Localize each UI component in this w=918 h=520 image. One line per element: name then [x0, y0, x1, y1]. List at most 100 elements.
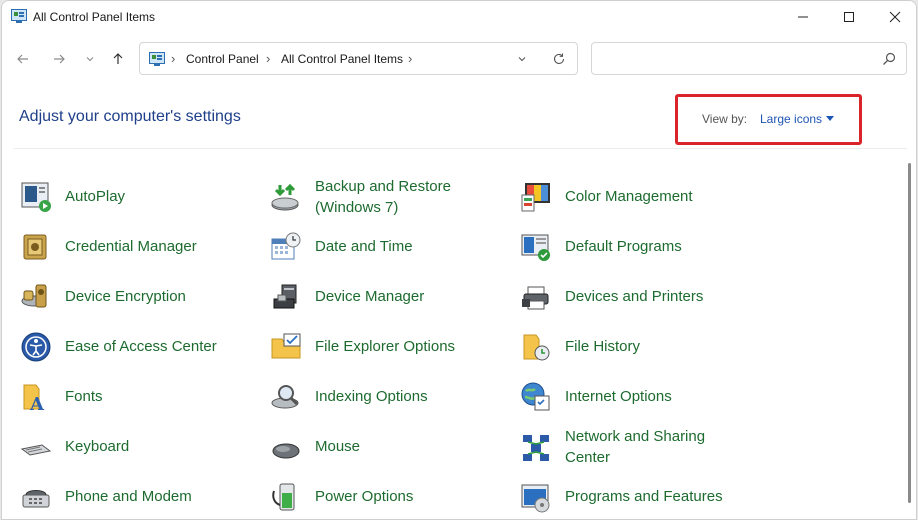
page-title: Adjust your computer's settings	[19, 108, 241, 125]
item-label: Power Options	[315, 488, 414, 505]
breadcrumb-separator[interactable]: ›	[408, 51, 412, 66]
title-bar: All Control Panel Items	[2, 1, 916, 33]
autoplay-icon	[21, 182, 51, 212]
refresh-icon	[553, 53, 565, 65]
item-label: File History	[565, 338, 641, 355]
item-label: Network and Sharing Center	[565, 428, 706, 466]
programs-features-icon	[521, 484, 550, 513]
maximize-button[interactable]	[826, 1, 872, 33]
item-label: Programs and Features	[565, 488, 723, 505]
item-file-history[interactable]: File History	[520, 325, 760, 369]
item-mouse[interactable]: Mouse	[270, 425, 510, 469]
network-sharing-icon	[523, 435, 549, 461]
item-color-management[interactable]: Color Management	[520, 175, 760, 219]
item-indexing-options[interactable]: Indexing Options	[270, 375, 510, 419]
refresh-button[interactable]	[550, 50, 568, 68]
date-time-icon	[271, 232, 301, 260]
view-by-label: View by:	[702, 112, 748, 126]
item-phone-modem[interactable]: Phone and Modem	[20, 475, 260, 519]
item-fonts[interactable]: A Fonts	[20, 375, 260, 419]
search-icon	[883, 52, 896, 65]
item-label: Device Encryption	[65, 288, 186, 305]
arrow-up-icon	[113, 53, 123, 64]
item-programs-features[interactable]: Programs and Features	[520, 475, 760, 519]
control-panel-items: AutoPlay Backup and Restore (Windows 7) C…	[2, 149, 902, 519]
item-network-sharing[interactable]: Network and Sharing Center	[520, 425, 760, 469]
devices-printers-icon	[522, 286, 549, 310]
fonts-icon: A	[23, 384, 45, 413]
item-label: Default Programs	[565, 238, 682, 255]
scrollbar-thumb[interactable]	[908, 163, 911, 503]
control-panel-window: All Control Panel Items › Control Panel …	[1, 0, 917, 520]
mouse-icon	[272, 443, 300, 459]
item-power-options[interactable]: Power Options	[270, 475, 510, 519]
breadcrumb-all-items[interactable]: All Control Panel Items	[281, 52, 403, 66]
item-internet-options[interactable]: Internet Options	[520, 375, 760, 419]
arrow-left-icon	[17, 54, 28, 64]
power-options-icon	[272, 483, 295, 511]
item-ease-of-access[interactable]: Ease of Access Center	[20, 325, 260, 369]
item-label: Credential Manager	[65, 238, 197, 255]
item-label: Color Management	[565, 188, 693, 205]
item-device-manager[interactable]: Device Manager	[270, 275, 510, 319]
breadcrumb-separator: ›	[171, 51, 176, 66]
chevron-down-icon	[518, 57, 526, 62]
control-panel-icon	[149, 52, 165, 66]
item-label: File Explorer Options	[315, 338, 456, 355]
control-panel-app-icon	[11, 9, 27, 23]
item-backup-restore[interactable]: Backup and Restore (Windows 7)	[270, 175, 510, 219]
address-history-button[interactable]	[513, 50, 531, 68]
item-default-programs[interactable]: Default Programs	[520, 225, 760, 269]
item-label: AutoPlay	[65, 188, 126, 205]
item-label: Fonts	[65, 388, 103, 405]
item-credential-manager[interactable]: Credential Manager	[20, 225, 260, 269]
phone-modem-icon	[22, 490, 50, 508]
forward-button[interactable]	[46, 47, 72, 71]
back-button[interactable]	[10, 47, 36, 71]
item-label: Device Manager	[315, 288, 425, 305]
item-device-encryption[interactable]: Device Encryption	[20, 275, 260, 319]
minimize-button[interactable]	[780, 1, 826, 33]
item-label: Indexing Options	[315, 388, 428, 405]
search-input[interactable]	[591, 42, 907, 75]
device-encryption-icon	[21, 284, 47, 308]
navigation-bar: › Control Panel › All Control Panel Item…	[2, 33, 916, 85]
minimize-icon	[798, 16, 808, 18]
recent-locations-button[interactable]	[77, 47, 103, 71]
close-button[interactable]	[872, 1, 916, 33]
item-date-time[interactable]: Date and Time	[270, 225, 510, 269]
item-file-explorer-options[interactable]: File Explorer Options	[270, 325, 510, 369]
vertical-scrollbar[interactable]	[905, 149, 916, 519]
device-manager-icon	[273, 284, 297, 309]
file-explorer-options-icon	[271, 333, 301, 359]
item-label: Phone and Modem	[65, 488, 192, 505]
item-label: Date and Time	[315, 238, 413, 255]
credential-manager-icon	[23, 234, 47, 260]
keyboard-icon	[20, 444, 52, 456]
color-management-icon	[521, 183, 550, 212]
internet-options-icon	[521, 382, 550, 411]
item-keyboard[interactable]: Keyboard	[20, 425, 260, 469]
chevron-down-icon	[86, 57, 94, 62]
window-title: All Control Panel Items	[33, 10, 156, 24]
breadcrumb-control-panel[interactable]: Control Panel	[186, 52, 259, 66]
address-bar[interactable]: › Control Panel › All Control Panel Item…	[139, 42, 578, 75]
default-programs-icon	[521, 234, 550, 261]
backup-restore-icon	[271, 183, 299, 211]
indexing-options-icon	[271, 385, 299, 409]
view-by-caret-icon[interactable]	[826, 116, 834, 121]
item-label: Devices and Printers	[565, 288, 704, 305]
close-icon	[889, 11, 901, 23]
item-label: Ease of Access Center	[65, 338, 217, 355]
item-label: Mouse	[315, 438, 361, 455]
item-label: Keyboard	[65, 438, 130, 455]
item-autoplay[interactable]: AutoPlay	[20, 175, 260, 219]
arrow-right-icon	[54, 54, 65, 64]
item-devices-printers[interactable]: Devices and Printers	[520, 275, 760, 319]
maximize-icon	[844, 12, 854, 22]
view-by-dropdown[interactable]: Large icons	[760, 112, 822, 126]
ease-of-access-icon	[21, 332, 51, 362]
up-button[interactable]	[105, 47, 131, 71]
item-label: Backup and Restore (Windows 7)	[315, 178, 451, 216]
breadcrumb-separator: ›	[266, 51, 271, 66]
